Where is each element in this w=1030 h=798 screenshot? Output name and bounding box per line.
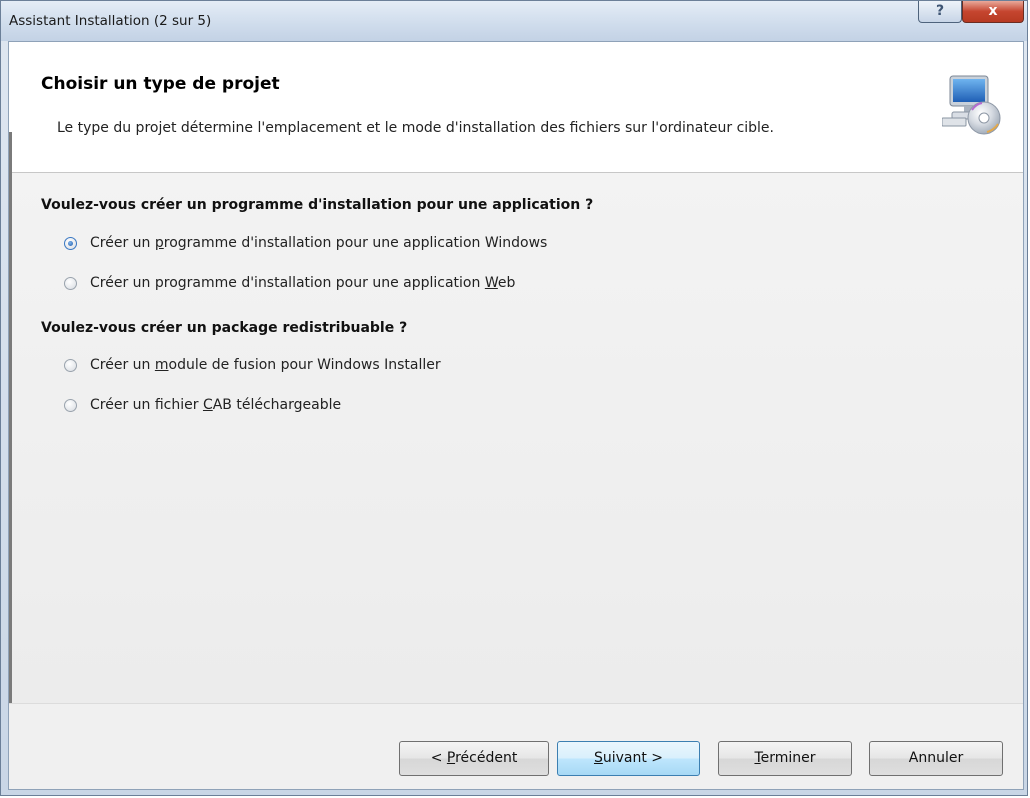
radio-button[interactable] — [64, 358, 77, 372]
computer-cd-icon — [942, 75, 1001, 135]
page-title: Choisir un type de projet — [41, 74, 280, 94]
close-icon: x — [988, 3, 998, 19]
radio-windows-application[interactable]: Créer un programme d'installation pour u… — [64, 232, 547, 254]
page-description: Le type du projet détermine l'emplacemen… — [57, 120, 774, 136]
help-icon: ? — [935, 3, 945, 19]
help-button[interactable]: ? — [918, 1, 962, 23]
cancel-button[interactable]: Annuler — [869, 741, 1003, 776]
wizard-content: Choisir un type de projet Le type du pro… — [8, 41, 1024, 790]
radio-label: Créer un programme d'installation pour u… — [90, 275, 516, 291]
radio-label: Créer un fichier CAB téléchargeable — [90, 397, 342, 413]
close-button[interactable]: x — [962, 1, 1024, 23]
previous-button[interactable]: < Précédent — [399, 741, 549, 776]
radio-label: Créer un programme d'installation pour u… — [90, 235, 548, 251]
section-title-application: Voulez-vous créer un programme d'install… — [41, 197, 594, 213]
radio-button[interactable] — [64, 398, 77, 412]
wizard-footer: < Précédent Suivant > Terminer Annuler — [9, 703, 1023, 789]
radio-merge-module[interactable]: Créer un module de fusion pour Windows I… — [64, 354, 441, 376]
radio-web-application[interactable]: Créer un programme d'installation pour u… — [64, 272, 515, 294]
radio-cab-file[interactable]: Créer un fichier CAB téléchargeable — [64, 394, 341, 416]
section-title-package: Voulez-vous créer un package redistribua… — [41, 320, 408, 336]
radio-label: Créer un module de fusion pour Windows I… — [90, 357, 441, 373]
radio-button-checked[interactable] — [64, 236, 77, 250]
next-button[interactable]: Suivant > — [557, 741, 700, 776]
finish-button[interactable]: Terminer — [718, 741, 852, 776]
window-title: Assistant Installation (2 sur 5) — [9, 13, 212, 29]
left-edge-divider — [9, 132, 12, 789]
installer-wizard-window: Assistant Installation (2 sur 5) ? x Cho… — [0, 0, 1028, 796]
wizard-body: Voulez-vous créer un programme d'install… — [9, 173, 1023, 703]
title-bar[interactable]: Assistant Installation (2 sur 5) ? x — [1, 1, 1027, 41]
wizard-header: Choisir un type de projet Le type du pro… — [9, 42, 1023, 173]
radio-button[interactable] — [64, 276, 77, 290]
